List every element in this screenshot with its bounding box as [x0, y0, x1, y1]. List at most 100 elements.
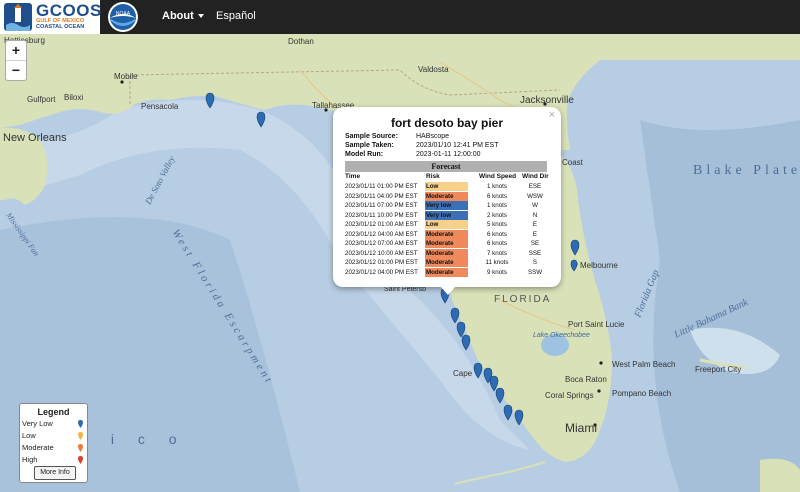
- about-menu[interactable]: About: [162, 10, 204, 22]
- label-pensacola: Pensacola: [141, 102, 179, 111]
- forecast-time: 2023/01/12 04:00 AM EST: [345, 230, 418, 238]
- forecast-risk: Moderate: [425, 267, 468, 277]
- forecast-wind-dir: ESE: [528, 183, 542, 190]
- label-mexico: x i c o: [80, 431, 187, 447]
- forecast-row: 2023/01/12 07:00 AM EST Moderate 6 knots SE: [345, 239, 547, 248]
- forecast-time: 2023/01/11 01:00 PM EST: [345, 183, 418, 190]
- legend-high: High: [22, 455, 38, 464]
- logo-subtitle-2a: COASTAL OCEAN: [36, 24, 85, 30]
- high-pin-icon: [78, 456, 83, 464]
- label-boca-raton: Boca Raton: [565, 375, 607, 384]
- forecast-wind-dir: WSW: [527, 192, 543, 200]
- forecast-wind-dir: E: [532, 230, 538, 238]
- forecast-time: 2023/01/12 01:00 PM EST: [345, 259, 418, 266]
- forecast-wind-dir: S: [532, 259, 538, 266]
- top-navbar: GCOOS GULF OF MEXICO COASTAL OCEAN NOAA …: [0, 0, 800, 34]
- zoom-in-button[interactable]: +: [6, 41, 26, 61]
- label-lake-okeechobee: Lake Okeechobee: [533, 332, 590, 339]
- forecast-risk: Moderate: [425, 258, 468, 267]
- forecast-wind-speed: 1 knots: [487, 183, 507, 190]
- forecast-risk: Very low: [425, 210, 468, 220]
- sample-taken-row: Sample Taken: 2023/01/10 12:41 PM EST: [345, 142, 499, 149]
- city-dot-tallahassee: [324, 108, 328, 112]
- forecast-risk: Very low: [425, 201, 468, 210]
- forecast-time: 2023/01/12 04:00 PM EST: [345, 268, 418, 276]
- label-new-orleans: New Orleans: [3, 132, 67, 144]
- forecast-header: Forecast: [345, 161, 547, 172]
- forecast-time: 2023/01/12 10:00 AM EST: [345, 249, 418, 257]
- forecast-wind-speed: 7 knots: [487, 249, 507, 257]
- label-gulfport: Gulfport: [27, 95, 56, 104]
- forecast-risk: Low: [425, 182, 468, 191]
- label-jacksonville: Jacksonville: [520, 95, 574, 106]
- city-dot-pompano-beach: [597, 389, 601, 393]
- forecast-row: 2023/01/12 10:00 AM EST Moderate 7 knots SS…: [345, 248, 547, 258]
- model-run-row: Model Run: 2023-01-11 12:00:00: [345, 151, 480, 158]
- label-mobile: Mobile: [114, 72, 138, 81]
- forecast-row: 2023/01/12 01:00 AM EST Low 5 knots E: [345, 220, 547, 229]
- forecast-risk: Moderate: [425, 191, 468, 201]
- about-label: About: [162, 10, 194, 22]
- zoom-out-button[interactable]: −: [6, 61, 26, 80]
- label-west-palm-beach: West Palm Beach: [612, 360, 675, 369]
- very-low-pin-icon: [78, 420, 83, 428]
- forecast-wind-dir: SSW: [527, 268, 543, 276]
- city-dot-jacksonville: [543, 102, 547, 106]
- forecast-wind-speed: 11 knots: [485, 259, 509, 266]
- gcoos-logo[interactable]: GCOOS GULF OF MEXICO COASTAL OCEAN: [0, 0, 101, 34]
- forecast-risk: Moderate: [425, 239, 468, 248]
- label-miami: Miami: [565, 421, 597, 435]
- label-valdosta: Valdosta: [418, 65, 449, 74]
- sample-taken-label: Sample Taken:: [345, 142, 394, 149]
- label-biloxi: Biloxi: [64, 93, 83, 102]
- label-port-saint-lucie: Port Saint Lucie: [568, 320, 625, 329]
- espanol-link[interactable]: Español: [216, 10, 256, 22]
- col-risk-header: Risk: [426, 173, 440, 180]
- forecast-time: 2023/01/11 04:00 PM EST: [345, 192, 418, 200]
- moderate-pin-icon: [78, 444, 83, 452]
- label-florida: FLORIDA: [494, 294, 551, 305]
- forecast-wind-speed: 6 knots: [487, 192, 507, 200]
- city-dot-miami: [593, 423, 597, 427]
- forecast-row: 2023/01/12 04:00 PM EST Moderate 9 knots SS…: [345, 267, 547, 277]
- gcoos-logo-icon: [4, 3, 32, 31]
- sample-taken-value: 2023/01/10 12:41 PM EST: [416, 142, 499, 149]
- label-melbourne: Melbourne: [580, 261, 618, 270]
- noaa-logo-icon[interactable]: NOAA: [106, 1, 140, 33]
- more-info-button[interactable]: More Info: [34, 466, 76, 480]
- forecast-wind-speed: 2 knots: [487, 211, 507, 219]
- legend-title: Legend: [37, 407, 70, 417]
- label-dothan: Dothan: [288, 37, 314, 46]
- label-blake-plateau: Blake Plateau: [693, 163, 800, 178]
- forecast-wind-dir: SE: [530, 240, 540, 247]
- forecast-wind-dir: E: [532, 221, 538, 228]
- label-saint-petersburg: Saint Petersb: [384, 286, 426, 293]
- forecast-row: 2023/01/11 07:00 PM EST Very low 1 knots W: [345, 201, 547, 210]
- forecast-risk: Moderate: [425, 248, 468, 258]
- forecast-wind-dir: N: [532, 211, 538, 219]
- forecast-time: 2023/01/11 10:00 PM EST: [345, 211, 418, 219]
- forecast-time: 2023/01/12 01:00 AM EST: [345, 221, 418, 228]
- forecast-wind-speed: 6 knots: [487, 230, 507, 238]
- popup-title: fort desoto bay pier: [390, 116, 503, 130]
- forecast-wind-speed: 5 knots: [487, 221, 507, 228]
- chevron-down-icon: [197, 14, 204, 19]
- legend-moderate: Moderate: [22, 443, 54, 452]
- col-time-header: Time: [345, 173, 361, 180]
- forecast-wind-speed: 6 knots: [487, 240, 507, 247]
- label-freeport-city: Freeport City: [695, 365, 741, 374]
- legend: Legend Very Low Low Moderate High More I…: [19, 403, 88, 483]
- label-pompano-beach: Pompano Beach: [612, 389, 671, 398]
- low-pin-icon: [78, 432, 83, 440]
- forecast-row: 2023/01/12 04:00 AM EST Moderate 6 knots E: [345, 229, 547, 239]
- station-popup: × fort desoto bay pier Sample Source: HAB…: [333, 107, 561, 287]
- zoom-control: + −: [5, 40, 27, 81]
- forecast-wind-speed: 1 knots: [487, 202, 507, 209]
- forecast-row: 2023/01/11 10:00 PM EST Very low 2 knots N: [345, 210, 547, 220]
- forecast-row: 2023/01/11 04:00 PM EST Moderate 6 knots WS…: [345, 191, 547, 201]
- city-dot-mobile: [120, 80, 124, 84]
- forecast-time: 2023/01/11 07:00 PM EST: [345, 202, 418, 209]
- legend-very-low: Very Low: [22, 419, 53, 428]
- col-dir-header: Wind Dir: [522, 173, 549, 180]
- city-dot-west-palm-beach: [599, 361, 603, 365]
